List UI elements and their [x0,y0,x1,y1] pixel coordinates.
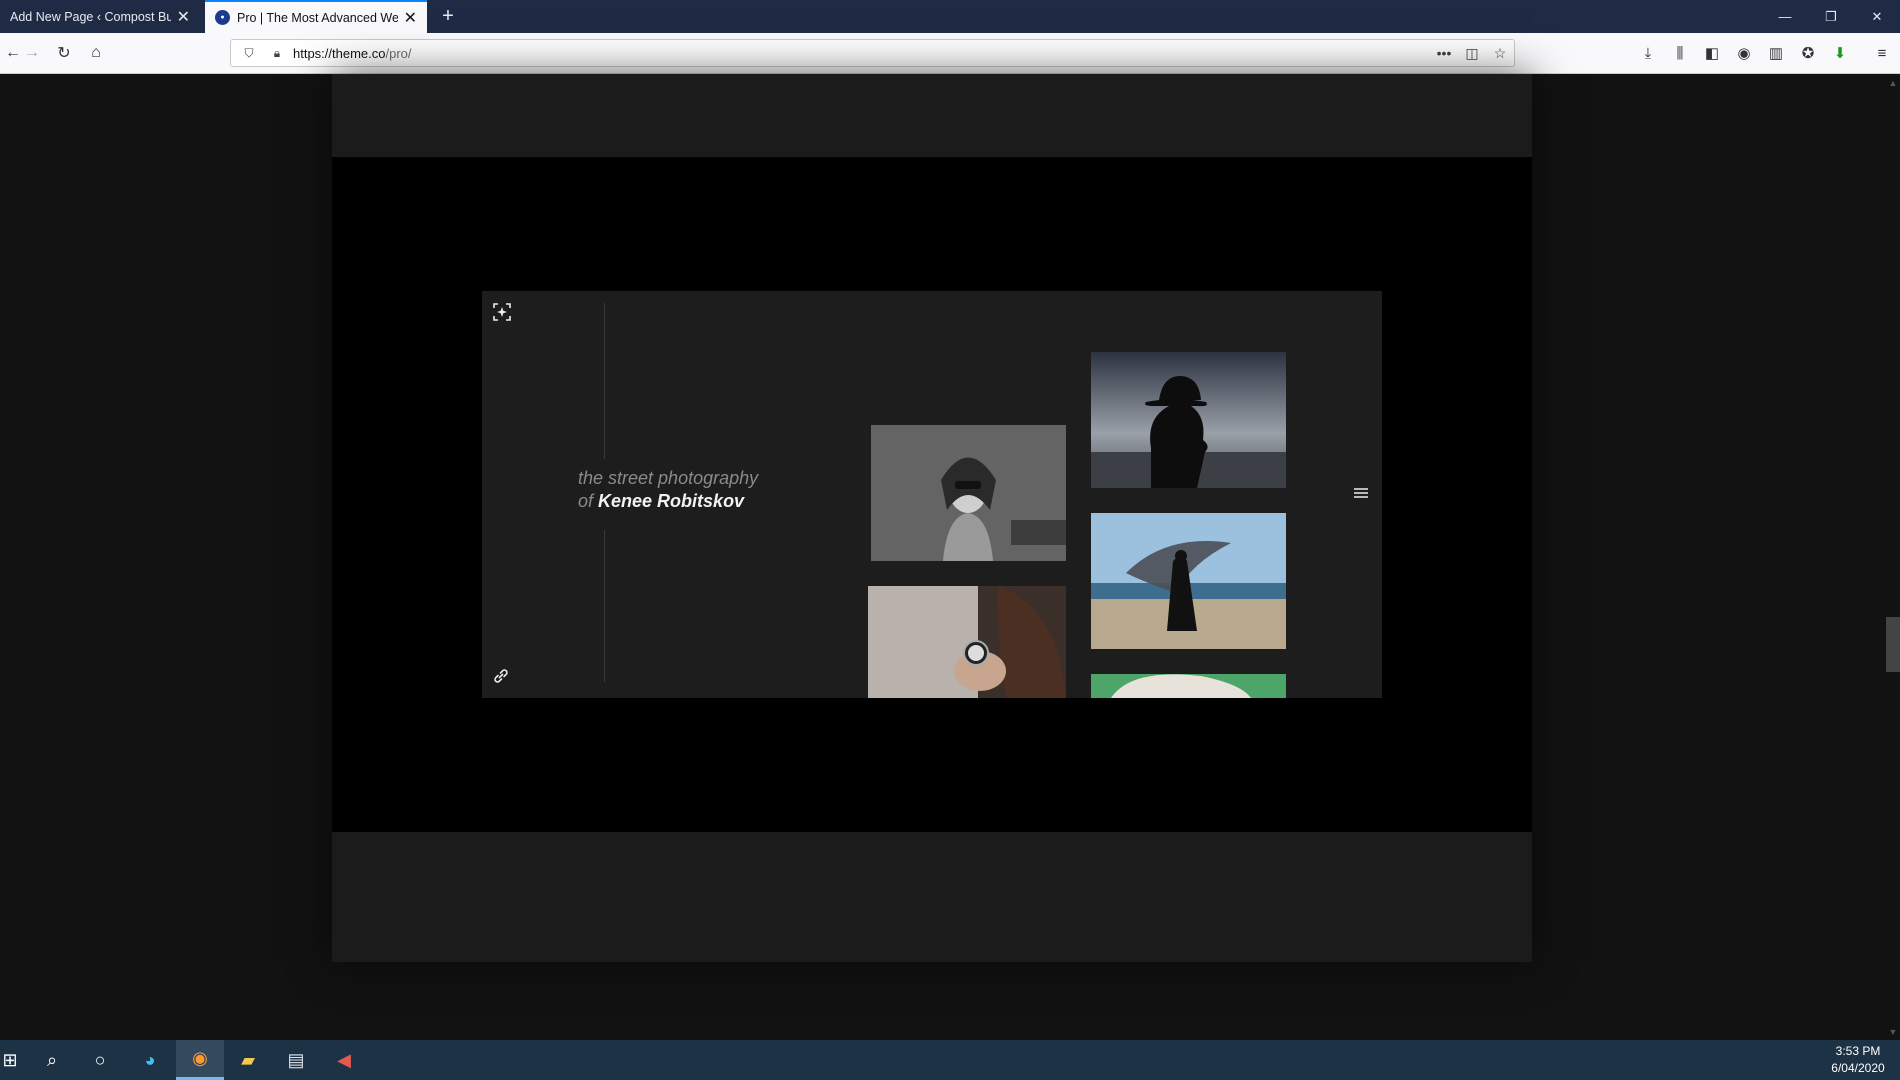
media-app-icon[interactable]: ◀ [320,1040,368,1080]
tab-title: Add New Page ‹ Compost Bud [10,9,171,24]
clock-date: 6/04/2020 [1831,1061,1885,1075]
task-view-icon[interactable]: ○ [76,1040,124,1080]
new-tab-button[interactable]: + [433,0,463,33]
address-bar[interactable]: ⛉ 🔒︎ https://theme.co/pro/ ••• ◫ ☆ [230,39,1515,67]
document-app-icon[interactable]: ▤ [272,1040,320,1080]
close-window-icon[interactable]: ✕ [1854,0,1900,33]
reload-icon[interactable]: ↻ [51,40,77,66]
minimize-window-icon[interactable]: — [1762,0,1808,33]
clock-time: 3:53 PM [1835,1044,1881,1058]
photographer-name: Kenee Robitskov [598,491,745,511]
system-clock[interactable]: 3:53 PM 6/04/2020 [1820,1043,1896,1077]
edge-browser-icon[interactable]: ◕ [126,1040,174,1080]
firefox-icon[interactable]: ◉ [176,1040,224,1080]
tab-pro-theme[interactable]: ● Pro | The Most Advanced Webs ✕ [205,0,427,33]
photo-hat-silhouette[interactable] [1091,352,1286,488]
app-menu-icon[interactable]: ≡ [1870,42,1894,64]
url-path: /pro/ [385,45,412,61]
restore-window-icon[interactable]: ❐ [1808,0,1854,33]
library-icon[interactable]: ⫼ [1668,42,1692,64]
lock-icon[interactable]: 🔒︎ [267,46,287,61]
theme-co-favicon-icon: ● [215,10,230,25]
url-text[interactable]: https://theme.co/pro/ [293,46,1430,61]
demo-tagline: the street photography of Kenee Robitsko… [578,467,758,513]
divider-line-top [604,303,605,459]
tab-title: Pro | The Most Advanced Webs [237,10,398,25]
pocket-icon[interactable]: ◫ [1458,45,1486,62]
extension-notification-icon[interactable]: ✪ [1796,42,1820,64]
photo-beach-scarf[interactable] [1091,513,1286,649]
divider-line-bottom [604,530,605,682]
file-explorer-icon[interactable]: ▰ [224,1040,272,1080]
photo-pocket-watch[interactable] [868,586,1066,698]
bookmark-star-icon[interactable]: ☆ [1486,45,1514,62]
tab-add-new-page[interactable]: Add New Page ‹ Compost Bud ✕ [0,0,200,33]
scroll-down-arrow-icon[interactable]: ▼ [1888,1027,1898,1037]
scroll-up-arrow-icon[interactable]: ▲ [1888,78,1898,88]
tagline-of: of [578,491,594,511]
tagline-prefix: the street photography [578,468,759,488]
account-extension-icon[interactable]: ◉ [1732,42,1756,64]
forward-button-icon[interactable]: → [19,40,45,66]
page-actions-icon[interactable]: ••• [1430,45,1458,61]
photo-blonde-portrait[interactable] [1091,674,1286,698]
windows-start-icon[interactable]: ⊞ [0,1040,20,1080]
fullscreen-icon[interactable] [492,302,512,322]
download-extension-icon[interactable]: ⬇ [1828,42,1852,64]
sidebar-icon[interactable]: ◧ [1700,42,1724,64]
photo-laughing-woman[interactable] [871,425,1066,561]
close-tab-icon[interactable]: ✕ [177,7,190,27]
url-host: https://theme.co [293,45,386,61]
downloads-icon[interactable]: ⤓ [1636,42,1660,64]
search-icon[interactable]: ⌕ [28,1040,76,1080]
hamburger-menu-icon[interactable] [1352,485,1370,501]
home-icon[interactable]: ⌂ [83,40,109,66]
tracking-shield-icon[interactable]: ⛉ [239,46,259,61]
link-icon[interactable] [492,667,510,685]
close-tab-icon[interactable]: ✕ [404,8,417,28]
extension-ruler-icon[interactable]: ▥ [1764,42,1788,64]
page-scrollbar-thumb[interactable] [1886,617,1900,672]
